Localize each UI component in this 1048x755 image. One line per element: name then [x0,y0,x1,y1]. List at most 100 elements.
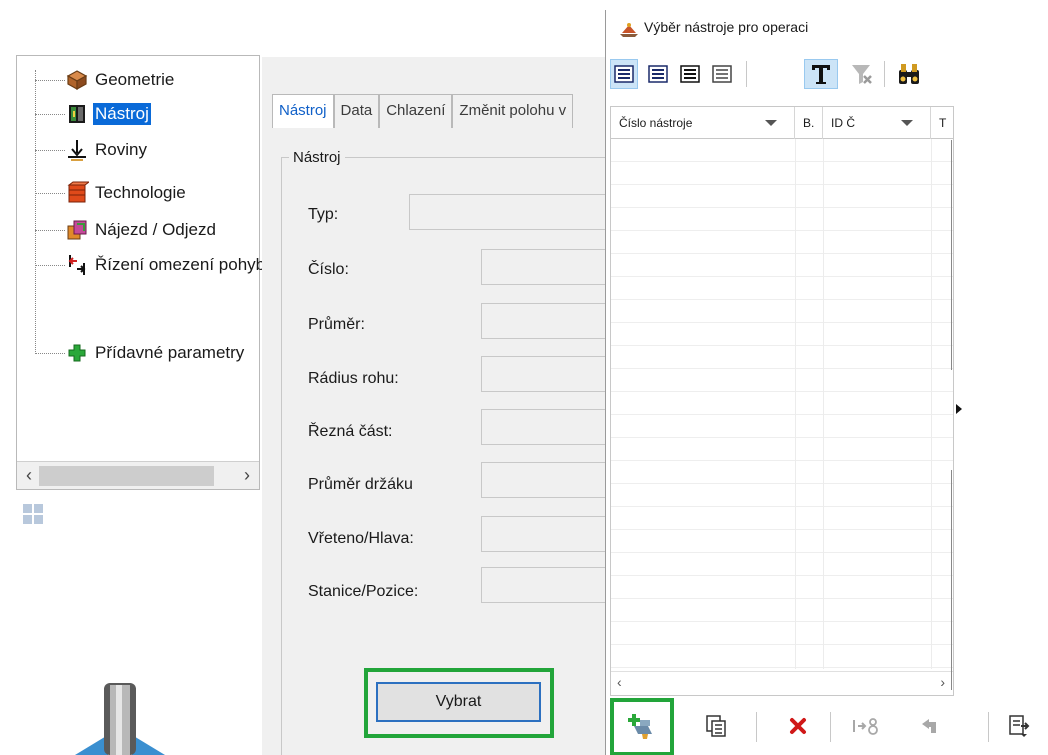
tool-group-box [281,157,611,755]
field-label-cutting-part: Řezná část: [308,423,393,440]
table-scroll-right-icon[interactable]: › [940,674,945,690]
copy-button[interactable] [698,708,734,744]
back-button[interactable] [912,708,948,744]
spindle-head-field[interactable] [481,516,607,552]
corner-radius-field[interactable] [481,356,607,392]
motion-limits-icon [68,255,86,275]
tab-chlazeni[interactable]: Chlazení [379,94,453,128]
dialog-bottom-toolbar [606,698,1048,755]
table-horizontal-scrollbar[interactable]: ‹ › [611,671,953,695]
tree-item-roviny[interactable]: Roviny [17,136,259,164]
technology-icon [67,181,89,203]
field-label-diameter: Průměr: [308,316,365,333]
scroll-right-icon[interactable]: › [237,465,257,486]
grid-view-icon[interactable] [22,503,44,525]
select-tool-button[interactable]: Vybrat [376,682,541,722]
renumber-button[interactable] [846,708,886,744]
tree-item-label: Přídavné parametry [95,343,245,362]
field-label-holder-diameter: Průměr držáku [308,476,413,493]
tab-nastroj[interactable]: Nástroj [272,94,334,128]
add-tool-icon [628,714,652,739]
tree-item-label: Nástroj [93,103,151,125]
column-header-tool-number[interactable]: Číslo nástroje [611,107,795,139]
tree-item-label: Nájezd / Odjezd [95,220,216,239]
export-button[interactable] [1002,708,1038,744]
property-tabs: Nástroj Data Chlazení Změnit polohu v [272,94,574,128]
field-label-station-position: Stanice/Pozice: [308,583,419,600]
renumber-icon [853,718,878,735]
group-title: Nástroj [289,149,345,166]
dialog-toolbar [606,57,1048,93]
delete-icon [790,718,806,734]
delete-button[interactable] [780,708,816,744]
small-list-button[interactable] [708,59,736,89]
field-label-spindle-head: Vřeteno/Hlava: [308,530,414,547]
tool-table: Číslo nástroje B. ID Č T ‹ › [610,106,954,696]
operation-tree: Geometrie Nástroj Roviny Technologie Náj… [16,55,275,490]
splitter [951,140,952,370]
diameter-field[interactable] [481,303,607,339]
scroll-left-icon[interactable]: ‹ [19,465,39,486]
text-filter-icon [812,65,830,84]
tool-preview-graphic [75,683,165,755]
table-header: Číslo nástroje B. ID Č T [611,107,953,139]
tree-items: Geometrie Nástroj Roviny Technologie Náj… [17,56,275,456]
back-icon [922,719,936,733]
sort-dropdown-icon[interactable] [765,120,777,126]
type-field[interactable] [409,194,607,230]
find-icon [899,64,919,84]
column-header-b[interactable]: B. [795,107,823,139]
tree-item-technologie[interactable]: Technologie [17,179,259,207]
text-filter-button[interactable] [804,59,838,89]
find-button[interactable] [892,59,926,89]
tree-item-najezd-odjezd[interactable]: Nájezd / Odjezd [17,216,259,244]
holder-diameter-field[interactable] [481,462,607,498]
copy-icon [706,715,726,737]
table-body[interactable] [611,139,953,669]
tree-horizontal-scrollbar[interactable]: ‹ › [17,461,259,489]
list-view-button[interactable] [610,59,638,89]
plus-icon [68,344,86,362]
tool-selection-dialog: Výběr nástroje pro operaci Číslo nástroj… [605,10,1048,755]
list-view-icon [614,65,634,83]
select-button-highlight: Vybrat [364,668,554,738]
cutting-part-field[interactable] [481,409,607,445]
tool-icon [69,105,85,123]
dialog-title: Výběr nástroje pro operaci [644,19,809,35]
clear-filter-icon [852,65,872,84]
add-tool-button[interactable] [624,708,660,744]
field-label-corner-radius: Rádius rohu: [308,370,399,387]
compact-view-button[interactable] [676,59,704,89]
tree-item-label: Roviny [95,140,147,159]
compact-view-icon [680,65,700,83]
add-tool-highlight [610,698,674,755]
sort-dropdown-icon[interactable] [901,120,913,126]
tree-item-label: Řízení omezení pohybu [95,255,275,274]
export-icon [1009,715,1030,737]
details-view-button[interactable] [644,59,672,89]
station-position-field[interactable] [481,567,607,603]
tree-item-nastroj[interactable]: Nástroj [17,100,259,128]
tab-zmenit-polohu[interactable]: Změnit polohu v [452,94,574,128]
expand-panel-icon[interactable] [956,404,962,414]
dialog-title-bar: Výběr nástroje pro operaci [606,10,1048,44]
details-view-icon [648,65,668,83]
app-icon [620,23,638,37]
tab-data[interactable]: Data [333,94,380,128]
tree-item-label: Technologie [95,183,186,202]
geometry-icon [66,70,88,91]
tree-item-label: Geometrie [95,70,175,89]
approach-retract-icon [67,220,87,240]
splitter [951,470,952,690]
tree-item-geometrie[interactable]: Geometrie [17,66,259,94]
scroll-thumb[interactable] [39,466,214,486]
number-field[interactable] [481,249,607,285]
tree-item-rizeni-omezeni-pohybu[interactable]: Řízení omezení pohybu [17,251,275,279]
column-header-id[interactable]: ID Č [823,107,931,139]
clear-filter-button[interactable] [846,59,878,89]
table-scroll-left-icon[interactable]: ‹ [617,674,622,690]
field-label-type: Typ: [308,206,339,223]
column-header-t[interactable]: T [931,107,953,139]
tree-item-pridavne-parametry[interactable]: Přídavné parametry [17,339,259,367]
planes-icon [68,140,86,161]
